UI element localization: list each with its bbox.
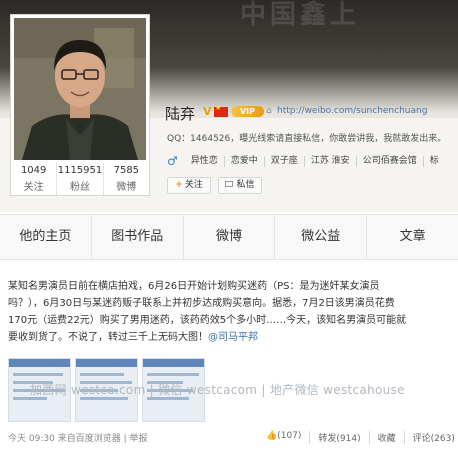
avatar[interactable] (14, 18, 146, 160)
post-line: 吗？），6月30日与某迷药贩子联系上并初步达成购买意向。据悉，7月2日该男演员花… (8, 298, 395, 309)
post-line-text: 要收到货了。不说了，转过三千上无码大图！ (8, 332, 208, 343)
stat-posts-value: 7585 (113, 165, 140, 176)
stat-following-value: 1049 (20, 165, 47, 176)
profile-name: 陆弃 (165, 105, 196, 123)
avatar-card: 1049 关注 1115951 粉丝 7585 微博 (10, 14, 150, 196)
post-source[interactable]: 来自百度浏览器 (58, 434, 121, 444)
post-line: 要收到货了。不说了，转过三千上无码大图！@司马平邦 (8, 329, 452, 346)
favorite-button[interactable]: 收藏 (368, 431, 404, 444)
follow-button-label: 关注 (184, 180, 203, 190)
stat-posts[interactable]: 7585 微博 (104, 163, 149, 195)
tag-zodiac[interactable]: 双子座 (265, 155, 305, 167)
stat-followers-label: 粉丝 (69, 182, 90, 193)
stat-followers[interactable]: 1115951 粉丝 (57, 163, 104, 195)
male-gender-icon: ♂ (167, 154, 178, 168)
thumbs-up-icon: 👍 (266, 431, 278, 441)
message-button[interactable]: 私信 (218, 177, 262, 194)
profile-tags: ♂ 异性恋 恋爱中 双子座 江苏 淮安 公司佰赛会馆 标 (167, 154, 445, 168)
profile-tabs: 他的主页 图书作品 微博 微公益 文章 (0, 214, 458, 260)
stat-followers-value: 1115951 (57, 165, 103, 176)
tag-company[interactable]: 公司佰赛会馆 (357, 155, 424, 167)
verified-icon[interactable]: V (203, 105, 212, 118)
post-time[interactable]: 今天 09:30 (8, 434, 55, 444)
envelope-icon (225, 181, 234, 187)
tab-charity[interactable]: 微公益 (275, 215, 368, 259)
divider: | (123, 434, 127, 444)
tag-relationship[interactable]: 恋爱中 (225, 155, 265, 167)
tag-location[interactable]: 江苏 淮安 (305, 155, 357, 167)
like-count: (107) (277, 431, 302, 441)
post-content: 某知名男演员日前在横店拍戏，6月26日开始计划购买迷药（PS：是为迷奸某女演员 … (8, 278, 452, 346)
stat-posts-label: 微博 (116, 182, 137, 193)
plus-icon: + (175, 180, 183, 190)
post-line: 170元（运费22元）购买了男用迷药，该药药效5个多小时……今天，该知名男演员可… (8, 315, 407, 326)
vip-badge[interactable]: VIP (231, 106, 264, 117)
like-button[interactable]: 👍(107) (258, 431, 309, 444)
tag-more[interactable]: 标 (424, 156, 445, 167)
tab-weibo[interactable]: 微博 (184, 215, 276, 259)
tab-books[interactable]: 图书作品 (92, 215, 184, 259)
watermark: 加西网 westca.com | 微信 westcacom | 地产微信 wes… (30, 383, 405, 397)
mention-link[interactable]: @司马平邦 (208, 332, 258, 343)
china-flag-icon (214, 104, 228, 117)
stat-following-label: 关注 (23, 182, 44, 193)
banner-title: 中国鑫上 (240, 0, 361, 30)
post-line: 某知名男演员日前在横店拍戏，6月26日开始计划购买迷药（PS：是为迷奸某女演员 (8, 281, 380, 292)
profile-stats: 1049 关注 1115951 粉丝 7585 微博 (11, 163, 149, 195)
stat-following[interactable]: 1049 关注 (11, 163, 58, 195)
post-actions: 👍(107) 转发(914) 收藏 评论(263) (258, 431, 458, 444)
avatar-photo-image (14, 18, 146, 160)
comment-button[interactable]: 评论(263) (403, 431, 458, 444)
post-meta: 今天 09:30 来自百度浏览器 | 举报 (8, 431, 148, 444)
profile-url-link[interactable]: http://weibo.com/sunchenchuang (277, 106, 427, 116)
report-link[interactable]: 举报 (130, 434, 148, 444)
tag-orientation[interactable]: 异性恋 (185, 155, 225, 167)
home-icon: ⌂ (266, 106, 272, 116)
tab-home[interactable]: 他的主页 (0, 215, 92, 259)
message-button-label: 私信 (236, 180, 255, 190)
repost-button[interactable]: 转发(914) (309, 431, 368, 444)
tab-articles[interactable]: 文章 (367, 215, 458, 259)
profile-intro: QQ：1464526，曝光线索请直接私信，你敢尝讲我，我就敢发出来。 (167, 134, 447, 144)
follow-button[interactable]: + 关注 (167, 177, 211, 194)
